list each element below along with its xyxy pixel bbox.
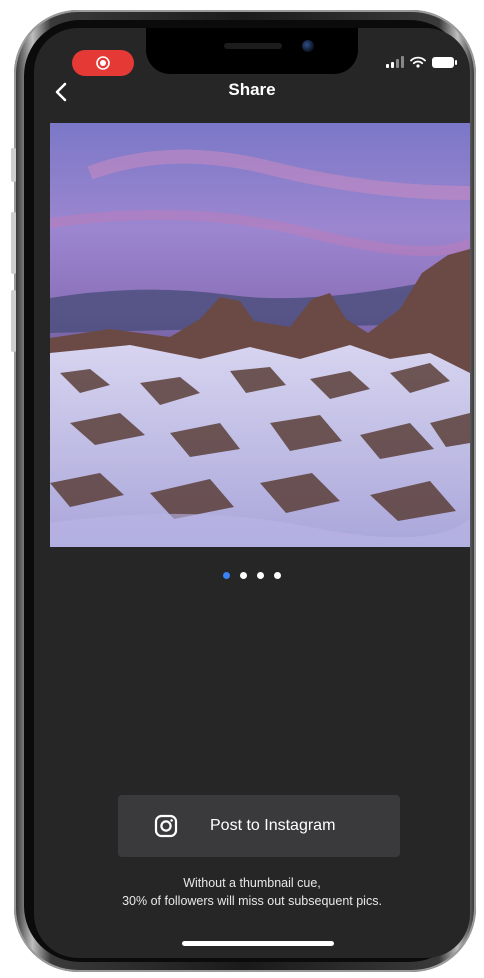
front-camera bbox=[302, 40, 314, 52]
post-to-instagram-button[interactable]: Post to Instagram bbox=[118, 795, 400, 857]
instagram-icon bbox=[154, 814, 178, 838]
caption-line-2: 30% of followers will miss out subsequen… bbox=[122, 894, 382, 908]
notch bbox=[146, 28, 358, 74]
carousel-pagination bbox=[34, 572, 470, 579]
silent-switch bbox=[11, 148, 16, 182]
pagination-dot[interactable] bbox=[257, 572, 264, 579]
screen-record-icon bbox=[96, 56, 110, 70]
wifi-icon bbox=[410, 56, 426, 68]
post-button-label: Post to Instagram bbox=[210, 817, 336, 834]
speaker-grille bbox=[224, 43, 282, 49]
carousel-photo[interactable] bbox=[50, 123, 470, 547]
status-bar-icons bbox=[386, 56, 457, 68]
battery-icon bbox=[432, 56, 457, 68]
volume-down-button bbox=[11, 290, 16, 352]
volume-up-button bbox=[11, 212, 16, 274]
pagination-dot[interactable] bbox=[223, 572, 230, 579]
pagination-dot[interactable] bbox=[240, 572, 247, 579]
page-title: Share bbox=[228, 80, 276, 99]
phone-screen: Share Post to Instagram Without a thumbn… bbox=[34, 28, 470, 958]
screen-record-indicator[interactable] bbox=[72, 50, 134, 76]
pagination-dot[interactable] bbox=[274, 572, 281, 579]
caption-line-1: Without a thumbnail cue, bbox=[183, 876, 321, 890]
home-indicator[interactable] bbox=[182, 941, 334, 946]
mountain-image bbox=[50, 123, 470, 547]
cellular-signal-icon bbox=[386, 56, 404, 68]
thumbnail-caption: Without a thumbnail cue, 30% of follower… bbox=[34, 874, 470, 910]
